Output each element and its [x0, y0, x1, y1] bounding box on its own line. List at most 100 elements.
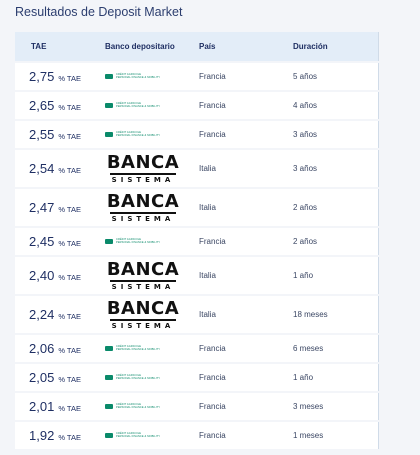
credit-agricole-logo: CRÉDIT AGRICOLE PERSONAL FINANCE & MOBIL… — [105, 131, 160, 138]
banca-sistema-logo-bottom: SISTEMA — [111, 214, 175, 223]
credit-agricole-logo: CRÉDIT AGRICOLE PERSONAL FINANCE & MOBIL… — [105, 73, 160, 80]
tae-cell: 2,45% TAE — [15, 233, 105, 251]
bank-cell: CRÉDIT AGRICOLE PERSONAL FINANCE & MOBIL… — [105, 102, 199, 109]
row-extra-cell — [378, 296, 420, 333]
tae-cell: 2,40% TAE — [15, 267, 105, 285]
rate-unit: % TAE — [58, 165, 81, 175]
row-extra-cell — [378, 335, 420, 362]
bank-cell: CRÉDIT AGRICOLE PERSONAL FINANCE & MOBIL… — [105, 345, 199, 352]
banca-sistema-logo-bottom: SISTEMA — [111, 175, 175, 184]
table-row[interactable]: 2,01% TAE CRÉDIT AGRICOLE PERSONAL FINAN… — [15, 393, 420, 420]
table-row[interactable]: 2,24% TAE BANCA SISTEMA Italia 18 meses — [15, 296, 420, 333]
rate-unit: % TAE — [58, 432, 81, 442]
banca-sistema-logo: BANCA SISTEMA — [107, 260, 179, 291]
rate-value: 2,55 — [29, 126, 55, 142]
table-row[interactable]: 2,65% TAE CRÉDIT AGRICOLE PERSONAL FINAN… — [15, 92, 420, 119]
country-cell: Francia — [199, 237, 226, 246]
table-row[interactable]: 2,47% TAE BANCA SISTEMA Italia 2 años — [15, 189, 420, 226]
duration-cell: 4 años — [293, 101, 318, 110]
credit-agricole-logo: CRÉDIT AGRICOLE PERSONAL FINANCE & MOBIL… — [105, 432, 161, 439]
tae-cell: 2,24% TAE — [15, 306, 105, 324]
credit-agricole-logo-line2: PERSONAL FINANCE & MOBILITY — [116, 240, 161, 244]
results-table: TAE Banco depositario País Duración 2,75… — [15, 32, 420, 449]
rate-unit: % TAE — [58, 272, 81, 282]
duration-cell: 2 años — [293, 237, 318, 246]
table-row[interactable]: 1,92% TAE CRÉDIT AGRICOLE PERSONAL FINAN… — [15, 422, 420, 449]
country-cell: Francia — [199, 431, 226, 440]
banca-sistema-logo: BANCA SISTEMA — [107, 153, 179, 184]
credit-agricole-mark-icon — [105, 404, 113, 409]
row-extra-cell — [378, 422, 420, 449]
credit-agricole-logo-line2: PERSONAL FINANCE & MOBILITY — [116, 434, 161, 438]
credit-agricole-mark-icon — [105, 346, 113, 351]
tae-cell: 2,54% TAE — [15, 160, 105, 178]
rate-value: 2,47 — [29, 199, 55, 215]
table-row[interactable]: 2,54% TAE BANCA SISTEMA Italia 3 años — [15, 150, 420, 187]
table-body: 2,75 % TAE CRÉDIT AGRICOLE PERSONAL FINAN… — [15, 63, 420, 449]
rate-value: 2,01 — [29, 398, 55, 414]
rate-unit: % TAE — [58, 102, 81, 112]
bank-cell: CRÉDIT AGRICOLE PERSONAL FINANCE & MOBIL… — [105, 403, 199, 410]
banca-sistema-logo-rule — [110, 211, 176, 214]
header-bank: Banco depositario — [105, 42, 175, 51]
row-extra-cell — [378, 228, 420, 255]
country-cell: Francia — [199, 373, 226, 382]
table-row[interactable]: 2,40% TAE BANCA SISTEMA Italia 1 año — [15, 257, 420, 294]
header-country: País — [199, 42, 216, 51]
rate-unit: % TAE — [58, 131, 81, 141]
country-cell: Francia — [199, 101, 226, 110]
row-extra-cell — [378, 257, 420, 294]
row-extra-cell — [378, 63, 420, 90]
table-row[interactable]: 2,55% TAE CRÉDIT AGRICOLE PERSONAL FINAN… — [15, 121, 420, 148]
rate-unit: % TAE — [58, 403, 81, 413]
header-tae: TAE — [31, 42, 47, 51]
credit-agricole-logo: CRÉDIT AGRICOLE PERSONAL FINANCE & MOBIL… — [105, 102, 160, 109]
rate-value: 2,24 — [29, 306, 55, 322]
credit-agricole-mark-icon — [105, 239, 113, 244]
country-cell: Francia — [199, 72, 226, 81]
rate-value: 1,92 — [29, 427, 55, 443]
bank-cell: BANCA SISTEMA — [105, 153, 199, 184]
duration-cell: 18 meses — [293, 310, 328, 319]
credit-agricole-mark-icon — [105, 74, 113, 79]
table-row[interactable]: 2,75% TAE CRÉDIT AGRICOLE PERSONAL FINAN… — [15, 63, 420, 90]
credit-agricole-logo-line2: PERSONAL FINANCE & MOBILITY — [116, 376, 161, 380]
table-row[interactable]: 2,05% TAE CRÉDIT AGRICOLE PERSONAL FINAN… — [15, 364, 420, 391]
credit-agricole-mark-icon — [105, 375, 113, 380]
tae-cell: 2,65% TAE — [15, 97, 105, 115]
bank-cell: BANCA SISTEMA — [105, 260, 199, 291]
rate-unit: % TAE — [58, 311, 81, 321]
bank-cell: CRÉDIT AGRICOLE PERSONAL FINANCE & MOBIL… — [105, 374, 199, 381]
credit-agricole-logo: CRÉDIT AGRICOLE PERSONAL FINANCE & MOBIL… — [105, 345, 160, 352]
rate-value: 2,75 — [29, 68, 55, 84]
table-row[interactable]: 2,45% TAE CRÉDIT AGRICOLE PERSONAL FINAN… — [15, 228, 420, 255]
bank-cell: CRÉDIT AGRICOLE PERSONAL FINANCE & MOBIL… — [105, 238, 199, 245]
tae-cell: 2,05% TAE — [15, 369, 105, 387]
table-row[interactable]: 2,06% TAE CRÉDIT AGRICOLE PERSONAL FINAN… — [15, 335, 420, 362]
rate-unit: % TAE — [58, 204, 81, 214]
row-extra-cell — [378, 150, 420, 187]
credit-agricole-mark-icon — [105, 103, 113, 108]
table-header: TAE Banco depositario País Duración — [15, 32, 420, 61]
rate-unit: % TAE — [58, 345, 81, 355]
row-extra-cell — [378, 393, 420, 420]
bank-cell: BANCA SISTEMA — [105, 190, 199, 223]
duration-cell: 5 años — [293, 72, 318, 81]
row-extra-cell — [378, 364, 420, 391]
rate-value: 2,05 — [29, 369, 55, 385]
country-cell: Francia — [199, 402, 226, 411]
banca-sistema-logo-top: BANCA — [106, 190, 180, 212]
banca-sistema-logo-rule — [110, 172, 176, 175]
rate-value: 2,45 — [29, 233, 55, 249]
bank-cell: BANCA SISTEMA — [105, 299, 199, 330]
header-extra-column — [378, 32, 420, 61]
duration-cell: 1 meses — [293, 431, 324, 440]
tae-cell: 2,55% TAE — [15, 126, 105, 144]
credit-agricole-mark-icon — [105, 433, 113, 438]
rate-value: 2,06 — [29, 340, 55, 356]
rate-value: 2,65 — [29, 97, 55, 113]
credit-agricole-logo: CRÉDIT AGRICOLE PERSONAL FINANCE & MOBIL… — [105, 238, 161, 245]
country-cell: Italia — [199, 271, 216, 280]
banca-sistema-logo-bottom: SISTEMA — [111, 321, 175, 330]
duration-cell: 6 meses — [293, 344, 324, 353]
